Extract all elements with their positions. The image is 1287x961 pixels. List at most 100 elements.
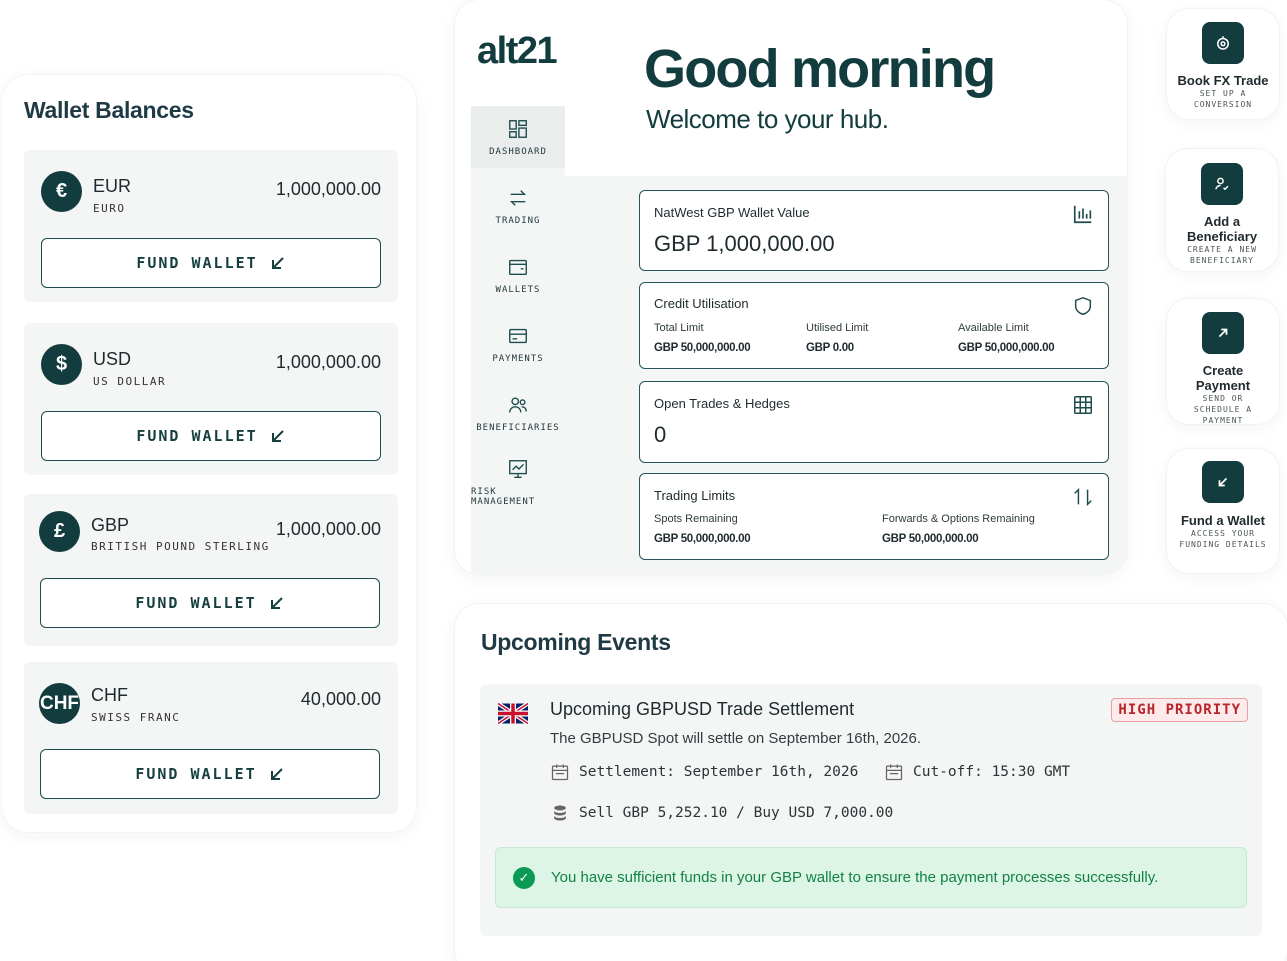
fund-wallet-button-chf[interactable]: FUND WALLET xyxy=(40,749,380,799)
sidebar-item-label: PAYMENTS xyxy=(492,353,544,364)
sidebar-item-wallets[interactable]: WALLETS xyxy=(471,244,565,306)
wallet-amount: 1,000,000.00 xyxy=(275,352,381,372)
event-card[interactable]: Upcoming GBPUSD Trade Settlement HIGH PR… xyxy=(480,684,1262,936)
wallet-icon xyxy=(509,259,527,275)
sidebar-item-label: WALLETS xyxy=(495,284,541,295)
currency-name: EURO xyxy=(93,202,126,215)
sufficient-funds-alert: ✓ You have sufficient funds in your GBP … xyxy=(495,847,1247,908)
add-beneficiary-button[interactable]: Add a Beneficiary CREATE A NEW BENEFICIA… xyxy=(1166,149,1278,271)
currency-name: BRITISH POUND STERLING xyxy=(91,540,270,553)
wallet-card-gbp: £ GBP BRITISH POUND STERLING 1,000,000.0… xyxy=(24,494,398,646)
wallet-amount: 1,000,000.00 xyxy=(275,519,381,539)
wallet-value: GBP 1,000,000.00 xyxy=(654,231,835,256)
wallet-card-eur: € EUR EURO 1,000,000.00 FUND WALLET xyxy=(24,150,398,302)
shield-icon xyxy=(1074,296,1092,316)
qa-title: Fund a Wallet xyxy=(1180,513,1266,528)
currency-name: SWISS FRANC xyxy=(91,711,181,724)
forwards-options-value: GBP 50,000,000.00 xyxy=(882,533,979,545)
arrow-down-left-icon xyxy=(271,430,284,442)
trading-limits-card[interactable]: Trading Limits Spots Remaining GBP 50,00… xyxy=(639,473,1109,560)
arrow-down-left-icon xyxy=(270,597,283,609)
utilised-limit-value: GBP 0.00 xyxy=(806,342,854,354)
fund-wallet-label: FUND WALLET xyxy=(136,254,258,272)
wallet-balances-title: Wallet Balances xyxy=(24,97,194,123)
currency-code: EUR xyxy=(93,176,132,196)
currency-code: USD xyxy=(93,349,132,369)
welcome-subtitle: Welcome to your hub. xyxy=(646,104,889,134)
trade-details-text: Sell GBP 5,252.10 / Buy USD 7,000.00 xyxy=(579,805,894,821)
wallet-card-usd: $ USD US DOLLAR 1,000,000.00 FUND WALLET xyxy=(24,323,398,475)
priority-badge: HIGH PRIORITY xyxy=(1111,698,1248,722)
currency-name: US DOLLAR xyxy=(93,375,167,388)
fund-wallet-button-usd[interactable]: FUND WALLET xyxy=(41,411,381,461)
fund-wallet-button-gbp[interactable]: FUND WALLET xyxy=(40,578,380,628)
add-user-icon xyxy=(1201,163,1243,205)
settlement-text: Settlement: September 16th, 2026 xyxy=(579,764,859,780)
total-limit-value: GBP 50,000,000.00 xyxy=(654,342,751,354)
sidebar-item-risk-management[interactable]: RISK MANAGEMENT xyxy=(471,451,565,513)
qa-subtitle: SET UP A CONVERSION xyxy=(1193,89,1253,109)
open-trades-card[interactable]: Open Trades & Hedges 0 xyxy=(639,381,1109,463)
sidebar-item-label: DASHBOARD xyxy=(489,146,547,157)
calendar-icon xyxy=(885,764,903,781)
currency-code: GBP xyxy=(91,515,130,535)
upcoming-events-title: Upcoming Events xyxy=(481,629,671,655)
fund-wallet-button-eur[interactable]: FUND WALLET xyxy=(41,238,381,288)
fund-a-wallet-button[interactable]: Fund a Wallet ACCESS YOUR FUNDING DETAIL… xyxy=(1167,449,1279,573)
card-title: NatWest GBP Wallet Value xyxy=(654,205,810,220)
chart-board-icon xyxy=(509,459,527,478)
qa-subtitle: SEND OR SCHEDULE A PAYMENT xyxy=(1193,394,1253,425)
sidebar-item-payments[interactable]: PAYMENTS xyxy=(471,313,565,375)
create-payment-button[interactable]: Create Payment SEND OR SCHEDULE A PAYMEN… xyxy=(1167,299,1279,425)
card-title: Trading Limits xyxy=(654,488,736,503)
credit-utilisation-card[interactable]: Credit Utilisation Total Limit GBP 50,00… xyxy=(639,282,1109,369)
total-limit-label: Total Limit xyxy=(654,322,704,334)
dollar-icon: $ xyxy=(41,344,82,385)
forwards-options-label: Forwards & Options Remaining xyxy=(882,513,1035,525)
sidebar-item-label: TRADING xyxy=(495,215,541,226)
book-fx-trade-button[interactable]: Book FX Trade SET UP A CONVERSION xyxy=(1167,9,1279,119)
check-circle-icon: ✓ xyxy=(513,866,535,889)
qa-title: Add a Beneficiary xyxy=(1186,214,1258,244)
grid-icon xyxy=(1074,396,1092,414)
qa-subtitle: CREATE A NEW BENEFICIARY xyxy=(1187,245,1257,265)
open-trades-count: 0 xyxy=(654,422,667,447)
dashboard-panel: alt21 DASHBOARD TRADING WALLETS PAYMENTS… xyxy=(455,0,1127,574)
greeting-heading: Good morning xyxy=(644,39,996,99)
sidebar-item-dashboard[interactable]: DASHBOARD xyxy=(471,106,565,168)
calendar-icon xyxy=(551,764,569,781)
cutoff-row: Cut-off: 15:30 GMT xyxy=(884,762,1070,782)
card-icon xyxy=(509,328,527,343)
arrow-up-right-icon xyxy=(1202,312,1244,354)
euro-icon: € xyxy=(41,171,82,212)
wallet-value-card[interactable]: NatWest GBP Wallet Value GBP 1,000,000.0… xyxy=(639,190,1109,271)
wallet-amount: 1,000,000.00 xyxy=(275,179,381,199)
currency-code: CHF xyxy=(91,685,128,705)
spots-remaining-label: Spots Remaining xyxy=(654,513,738,525)
wallet-balances-panel: Wallet Balances € EUR EURO 1,000,000.00 … xyxy=(2,75,416,832)
sidebar-item-trading[interactable]: TRADING xyxy=(471,175,565,237)
settlement-date-row: Settlement: September 16th, 2026 xyxy=(550,762,858,782)
arrow-down-left-icon xyxy=(271,257,284,269)
qa-title: Create Payment xyxy=(1195,363,1251,393)
users-icon xyxy=(509,396,527,412)
uk-flag-icon xyxy=(498,703,528,724)
fund-wallet-label: FUND WALLET xyxy=(135,765,257,783)
sidebar-item-beneficiaries[interactable]: BENEFICIARIES xyxy=(471,382,565,444)
coins-stack-icon xyxy=(554,805,566,821)
available-limit-label: Available Limit xyxy=(958,322,1029,334)
wallet-amount: 40,000.00 xyxy=(300,689,381,709)
trade-details-row: Sell GBP 5,252.10 / Buy USD 7,000.00 xyxy=(550,803,893,823)
fund-wallet-label: FUND WALLET xyxy=(136,427,258,445)
fund-wallet-label: FUND WALLET xyxy=(135,594,257,612)
qa-title: Book FX Trade xyxy=(1177,73,1269,88)
fx-icon xyxy=(1202,22,1244,64)
arrow-down-left-icon xyxy=(1202,461,1244,503)
pound-icon: £ xyxy=(39,511,80,552)
sidebar-item-label: BENEFICIARIES xyxy=(476,422,560,433)
alt21-logo: alt21 xyxy=(477,30,558,72)
spots-remaining-value: GBP 50,000,000.00 xyxy=(654,533,751,545)
upcoming-events-panel: Upcoming Events Upcoming GBPUSD Trade Se… xyxy=(455,604,1287,961)
event-title: Upcoming GBPUSD Trade Settlement xyxy=(550,699,855,719)
utilised-limit-label: Utilised Limit xyxy=(806,322,869,334)
